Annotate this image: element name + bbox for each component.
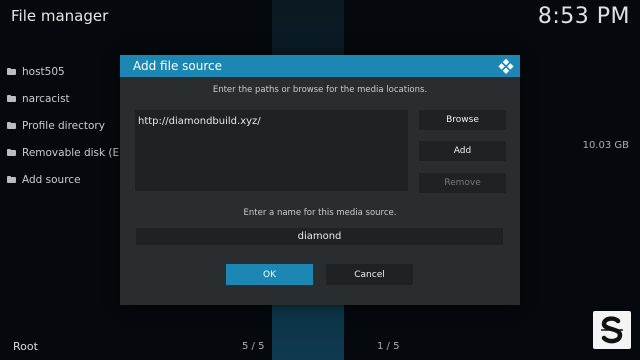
add-button[interactable]: Add xyxy=(419,141,506,161)
left-pane-count: 5 / 5 xyxy=(242,341,265,352)
clock: 8:53 PM xyxy=(537,4,630,29)
paths-instructions: Enter the paths or browse for the media … xyxy=(212,85,428,95)
source-label: Add source xyxy=(22,173,81,186)
s-logo-icon xyxy=(601,316,623,344)
source-item-add-source[interactable]: Add source xyxy=(7,166,127,193)
current-path: Root xyxy=(13,340,38,353)
source-label: Profile directory xyxy=(22,119,105,132)
folder-icon xyxy=(7,68,16,75)
source-item-narcacist[interactable]: narcacist xyxy=(7,85,127,112)
name-instructions: Enter a name for this media source. xyxy=(243,208,397,218)
window-title: File manager xyxy=(11,7,109,25)
right-pane-count: 1 / 5 xyxy=(377,341,400,352)
add-file-source-dialog: Add file source Enter the paths or brows… xyxy=(120,55,520,305)
source-label: host505 xyxy=(22,65,65,78)
source-list: host505 narcacist Profile directory Remo… xyxy=(7,58,127,193)
folder-icon xyxy=(7,176,16,183)
remove-button[interactable]: Remove xyxy=(419,173,506,193)
folder-icon xyxy=(7,149,16,156)
browse-button[interactable]: Browse xyxy=(419,110,506,130)
source-label: narcacist xyxy=(22,92,70,105)
cancel-button[interactable]: Cancel xyxy=(326,264,413,285)
media-source-name-input[interactable] xyxy=(136,228,503,245)
kodi-logo-icon xyxy=(498,58,514,74)
source-label: Removable disk (E:) xyxy=(22,146,127,159)
path-item[interactable]: http://diamondbuild.xyz/ xyxy=(138,116,261,127)
footer-bar: Root 5 / 5 1 / 5 xyxy=(0,334,640,360)
dialog-header: Add file source xyxy=(120,55,520,77)
source-item-host505[interactable]: host505 xyxy=(7,58,127,85)
ok-button[interactable]: OK xyxy=(226,264,313,285)
dialog-title: Add file source xyxy=(133,59,222,73)
disk-free-space: 10.03 GB xyxy=(582,140,629,151)
source-item-removable-disk[interactable]: Removable disk (E:) xyxy=(7,139,127,166)
media-paths-list[interactable]: http://diamondbuild.xyz/ xyxy=(135,110,408,191)
source-item-profile-directory[interactable]: Profile directory xyxy=(7,112,127,139)
watermark-logo xyxy=(593,311,631,349)
folder-icon xyxy=(7,95,16,102)
folder-icon xyxy=(7,122,16,129)
